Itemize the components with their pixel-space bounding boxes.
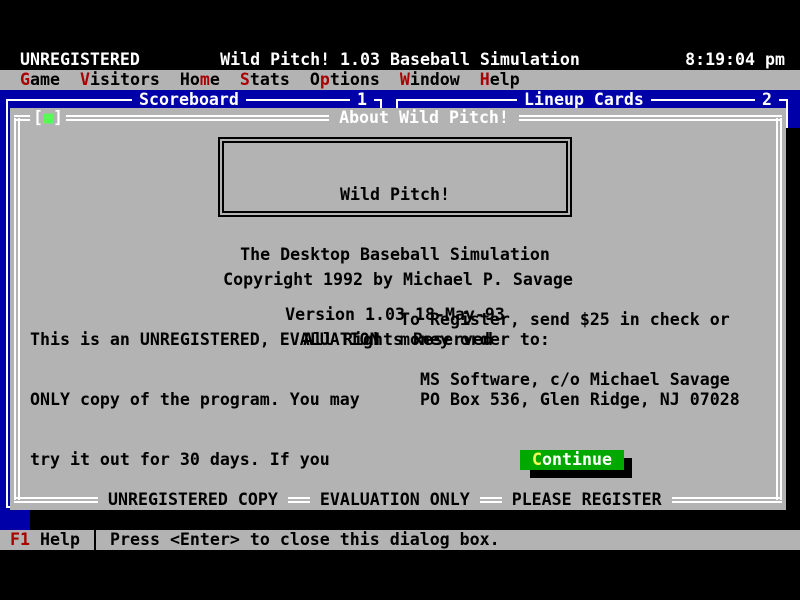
menu-hotkey: V xyxy=(80,70,90,89)
menu-label-part: indow xyxy=(410,70,460,89)
menu-item-window[interactable]: Window xyxy=(400,70,460,90)
menu-hotkey: G xyxy=(20,70,30,89)
window-number-1: 1 xyxy=(350,90,374,110)
menu-label-part: O xyxy=(310,70,320,89)
footer-evaluation-only: EVALUATION ONLY xyxy=(310,490,480,510)
license-line: This is an UNREGISTERED, EVALUATION xyxy=(30,330,380,350)
menu-hotkey: H xyxy=(480,70,490,89)
window-title-scoreboard[interactable]: Scoreboard xyxy=(132,90,246,110)
license-line: you'll have to register. When you xyxy=(30,570,380,590)
status-message: Press <Enter> to close this dialog box. xyxy=(110,530,500,550)
license-line: would like to continue to use it, xyxy=(30,510,380,530)
menu-label-part: ame xyxy=(30,70,60,89)
screen: UNREGISTERED Wild Pitch! 1.03 Baseball S… xyxy=(0,0,800,600)
clock: 8:19:04 pm xyxy=(685,50,785,70)
footer-unregistered-copy: UNREGISTERED COPY xyxy=(98,490,288,510)
window-border-line xyxy=(786,99,788,129)
menu-item-visitors[interactable]: Visitors xyxy=(80,70,160,90)
register-instructions: money order to: xyxy=(400,330,550,350)
dialog-title-bar: [■] About Wild Pitch! xyxy=(10,108,786,128)
program-name: Wild Pitch! xyxy=(224,185,566,205)
window-number-2: 2 xyxy=(755,90,779,110)
footer-please-register: PLEASE REGISTER xyxy=(502,490,672,510)
menu-label-part: tats xyxy=(250,70,290,89)
title-bar: UNREGISTERED Wild Pitch! 1.03 Baseball S… xyxy=(0,50,800,70)
continue-button[interactable]: Continue xyxy=(520,450,624,470)
dialog-border-segment xyxy=(288,497,310,503)
register-address: MS Software, c/o Michael Savage xyxy=(420,370,730,390)
register-address: PO Box 536, Glen Ridge, NJ 07028 xyxy=(420,390,740,410)
menu-hotkey: p xyxy=(320,70,330,89)
menu-bar: Game Visitors Home Stats Options Window … xyxy=(0,70,800,90)
license-line: try it out for 30 days. If you xyxy=(30,450,380,470)
about-dialog: [■] About Wild Pitch! Wild Pitch! The De… xyxy=(10,108,786,510)
license-text: This is an UNREGISTERED, EVALUATION ONLY… xyxy=(30,290,380,600)
menu-label-part: elp xyxy=(490,70,520,89)
copyright-line: Copyright 1992 by Michael P. Savage xyxy=(10,270,786,290)
close-icon: ■ xyxy=(43,108,53,127)
close-button[interactable]: [■] xyxy=(30,108,66,128)
dialog-border-segment xyxy=(672,497,782,503)
dialog-footer: UNREGISTERED COPY EVALUATION ONLY PLEASE… xyxy=(10,490,786,510)
window-border-line xyxy=(6,99,8,508)
menu-label-part: Ho xyxy=(180,70,200,89)
f1-help-shortcut[interactable]: Help xyxy=(40,530,80,550)
menu-item-game[interactable]: Game xyxy=(20,70,60,90)
menu-item-home[interactable]: Home xyxy=(180,70,220,90)
menu-hotkey: S xyxy=(240,70,250,89)
status-divider xyxy=(94,530,96,550)
button-label: ontinue xyxy=(542,450,612,469)
register-instructions: To Register, send $25 in check or xyxy=(400,310,730,330)
info-box: Wild Pitch! The Desktop Baseball Simulat… xyxy=(218,137,572,217)
f1-key-label[interactable]: F1 xyxy=(10,530,30,550)
window-title-lineup-cards[interactable]: Lineup Cards xyxy=(517,90,651,110)
dialog-border-segment xyxy=(519,115,782,121)
close-bracket: [ xyxy=(33,108,43,127)
app-title: Wild Pitch! 1.03 Baseball Simulation xyxy=(0,50,800,70)
license-line: ONLY copy of the program. You may xyxy=(30,390,380,410)
menu-label-part: isitors xyxy=(90,70,160,89)
menu-item-help[interactable]: Help xyxy=(480,70,520,90)
menu-hotkey: m xyxy=(200,70,210,89)
dialog-shadow xyxy=(786,128,800,530)
dialog-title: About Wild Pitch! xyxy=(329,108,519,128)
button-hotkey: C xyxy=(532,450,542,469)
dialog-border-segment xyxy=(66,115,329,121)
menu-item-stats[interactable]: Stats xyxy=(240,70,290,90)
dialog-border-segment xyxy=(14,497,98,503)
menu-label-part: tions xyxy=(330,70,380,89)
menu-hotkey: W xyxy=(400,70,410,89)
menu-label-part: e xyxy=(210,70,220,89)
dialog-border-segment xyxy=(480,497,502,503)
menu-item-options[interactable]: Options xyxy=(310,70,380,90)
close-bracket: ] xyxy=(53,108,63,127)
status-bar: F1 Help Press <Enter> to close this dial… xyxy=(0,530,800,550)
